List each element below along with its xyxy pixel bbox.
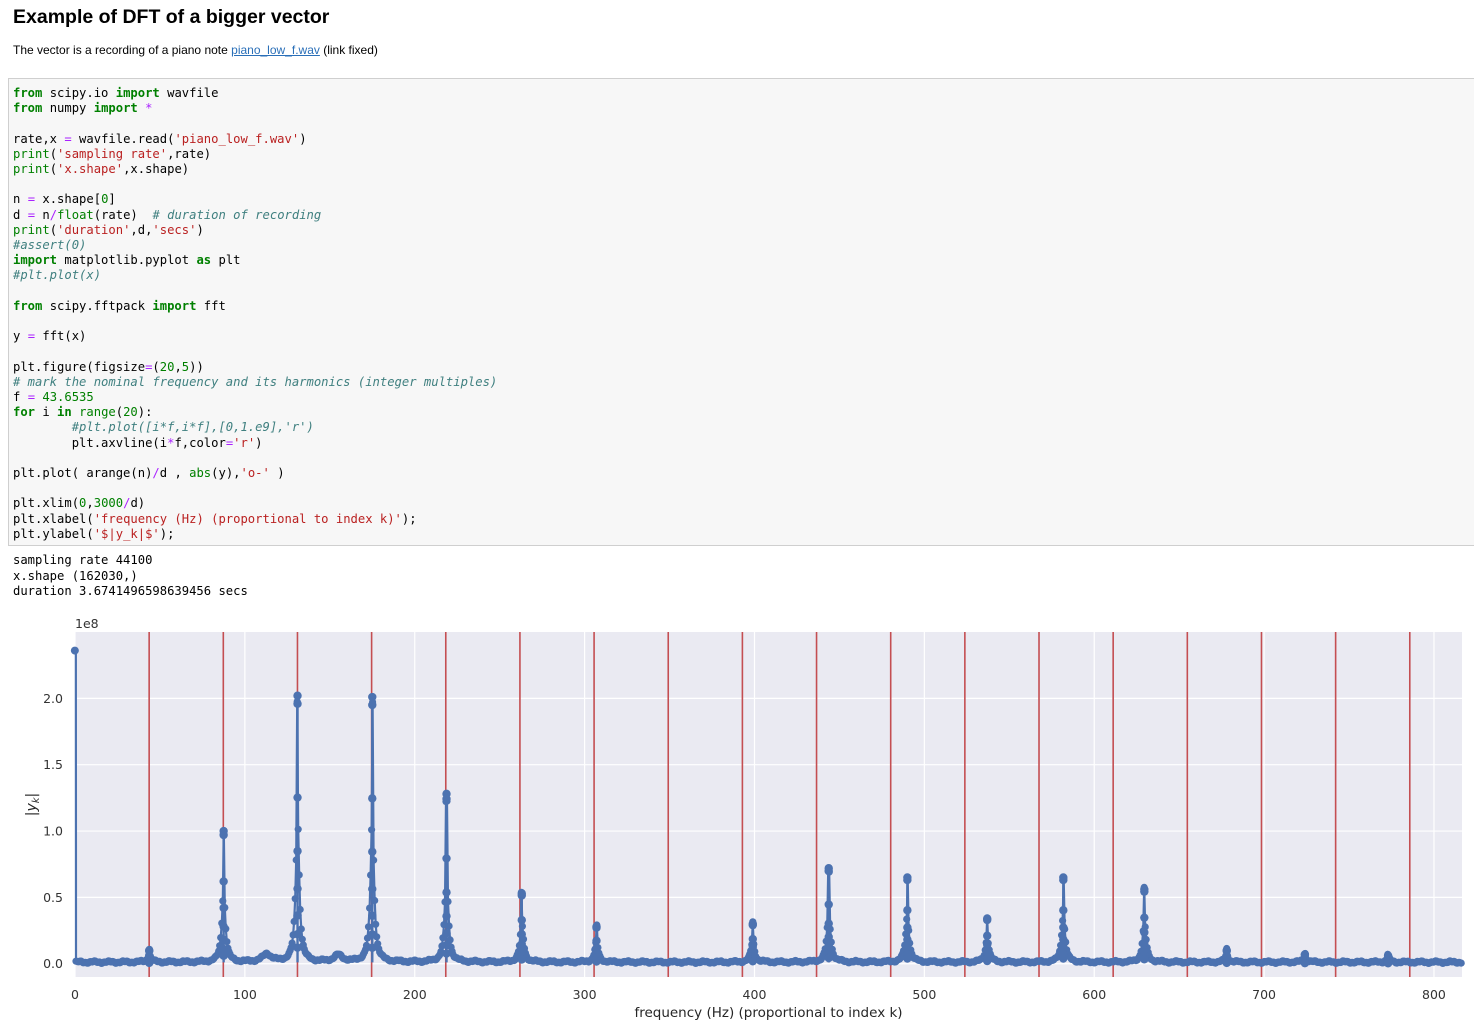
intro-note: (link fixed)	[319, 43, 378, 57]
x-tick-label: 500	[912, 987, 936, 1002]
y-offset-label: 1e8	[75, 616, 99, 631]
y-label-bar: |	[24, 793, 40, 798]
x-axis-label: frequency (Hz) (proportional to index k)	[634, 1005, 902, 1021]
y-axis-label: |yk|	[24, 793, 42, 817]
x-tick-label: 700	[1252, 987, 1276, 1002]
data-point	[364, 923, 373, 931]
code-editor[interactable]: from scipy.io import wavfile from numpy …	[9, 79, 1474, 542]
output-line: sampling rate 44100	[13, 553, 153, 567]
intro-paragraph: The vector is a recording of a piano not…	[13, 43, 378, 57]
y-tick-label: 1.0	[43, 824, 63, 839]
y-tick-label: 0.5	[43, 890, 63, 905]
code-cell-input[interactable]: from scipy.io import wavfile from numpy …	[8, 78, 1474, 546]
output-line: x.shape (162030,)	[13, 568, 138, 583]
x-tick-label: 600	[1082, 987, 1106, 1002]
cell-output-text: sampling rate 44100 x.shape (162030,) du…	[13, 553, 248, 600]
x-tick-label: 200	[403, 987, 427, 1002]
output-line: duration 3.6741496598639456 secs	[13, 584, 248, 598]
intro-text: The vector is a recording of a piano not…	[13, 43, 232, 57]
x-tick-label: 300	[573, 987, 597, 1002]
dc-point	[70, 646, 79, 655]
dft-spectrum-plot: 0 100 200 300 400 500 600 700 800 0.0 0.5 1.0 1.5 2.…	[24, 616, 1465, 1021]
y-tick-label: 1.5	[43, 757, 63, 772]
x-tick-label: 400	[743, 987, 767, 1002]
data-point	[1457, 959, 1465, 967]
x-tick-label: 100	[233, 987, 257, 1002]
x-tick-label: 800	[1422, 987, 1446, 1002]
y-tick-label: 0.0	[43, 956, 63, 971]
wav-file-link[interactable]: piano_low_f.wav	[231, 43, 320, 57]
x-tick-label: 0	[71, 987, 79, 1002]
page-title: Example of DFT of a bigger vector	[13, 6, 330, 28]
y-tick-label: 2.0	[43, 691, 63, 706]
plot-area	[75, 632, 1462, 977]
